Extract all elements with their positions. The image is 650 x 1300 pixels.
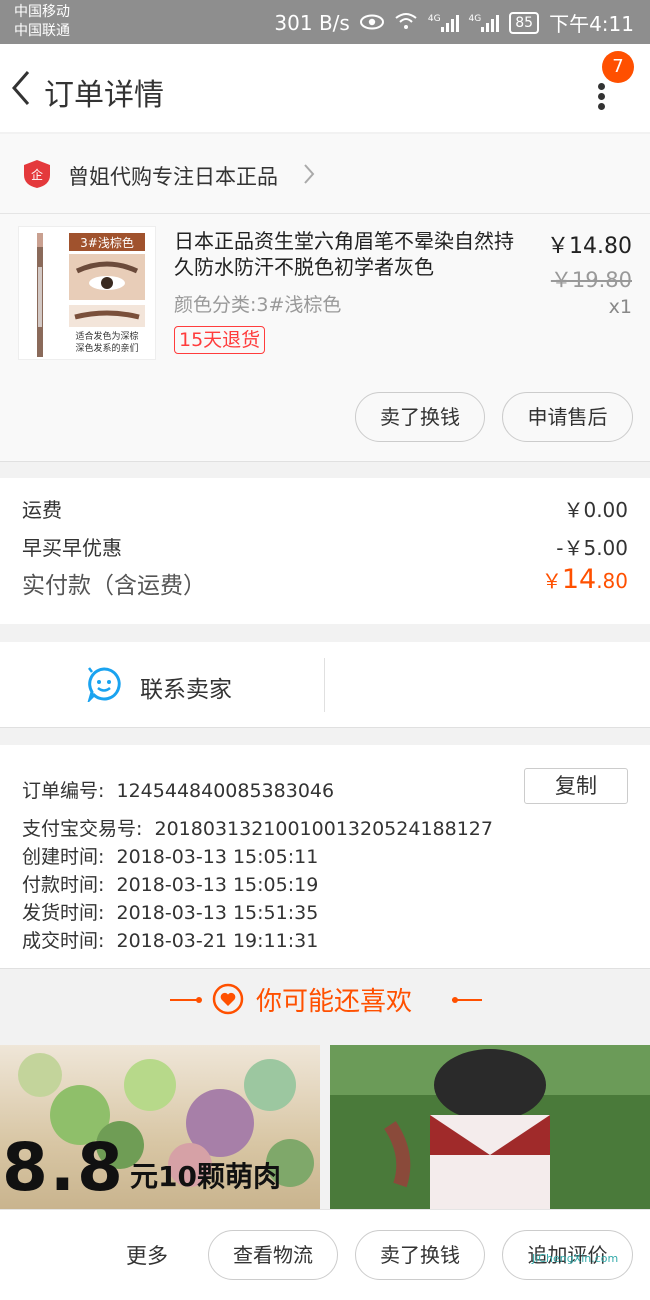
shipped-time: 2018-03-13 15:51:35 bbox=[116, 902, 319, 924]
status-bar: 中国移动 中国联通 301 B/s 4G 4G 85 下午4:11 bbox=[0, 0, 650, 44]
clock: 下午4:11 bbox=[549, 12, 634, 36]
more-menu-icon[interactable] bbox=[598, 80, 605, 113]
divider bbox=[196, 997, 202, 1003]
recommend-header: 你可能还喜欢 bbox=[0, 969, 650, 1033]
order-number: 1245448400853830​46 bbox=[116, 780, 335, 802]
discount-label: 早买早优惠 bbox=[22, 536, 122, 560]
return-tag: 15天退货 bbox=[174, 326, 266, 354]
heart-icon bbox=[212, 983, 244, 1015]
product-card[interactable]: 3#浅棕色 适合发色为深棕 深色发系的亲们 日本正品资生堂六角眉笔不晕染自然持久… bbox=[0, 214, 650, 462]
nav-bar: 订单详情 bbox=[0, 44, 650, 132]
paid-label: 实付款（含运费） bbox=[22, 573, 206, 599]
girl-photo-image bbox=[330, 1045, 650, 1209]
chat-bubble-icon[interactable] bbox=[86, 666, 122, 702]
promo-text: 元10颗萌肉 bbox=[130, 1160, 281, 1193]
carrier-2: 中国联通 bbox=[14, 23, 70, 39]
copy-button[interactable]: 复制 bbox=[524, 768, 628, 804]
battery-icon: 85 bbox=[509, 11, 540, 34]
alipay-label: 支付宝交易号: bbox=[22, 818, 143, 840]
contact-seller-label[interactable]: 联系卖家 bbox=[140, 670, 232, 704]
paid-currency: ￥ bbox=[541, 569, 562, 593]
recommend-title: 你可能还喜欢 bbox=[256, 987, 413, 1017]
shop-name: 曾姐代购专注日本正品 bbox=[68, 165, 278, 189]
back-arrow-icon[interactable] bbox=[8, 68, 38, 108]
svg-text:企: 企 bbox=[31, 167, 43, 182]
chevron-right-icon bbox=[304, 164, 315, 184]
created-label: 创建时间: bbox=[22, 846, 105, 868]
shipping-label: 运费 bbox=[22, 498, 62, 522]
wifi-icon bbox=[394, 11, 418, 35]
recommend-item-photo[interactable] bbox=[330, 1045, 650, 1209]
net-speed: 301 B/s bbox=[274, 10, 350, 35]
signal-icon-2: 4G bbox=[469, 14, 500, 32]
sell-button-bottom[interactable]: 卖了换钱 bbox=[355, 1230, 485, 1280]
shipped-label: 发货时间: bbox=[22, 902, 105, 924]
message-badge[interactable]: 7 bbox=[602, 51, 634, 83]
network-type-2: 4G bbox=[468, 13, 482, 24]
thumb-caption-2: 深色发系的亲们 bbox=[75, 342, 138, 354]
paid-value: ￥14.80 bbox=[542, 564, 628, 595]
product-thumbnail[interactable]: 3#浅棕色 适合发色为深棕 深色发系的亲们 bbox=[18, 226, 156, 360]
product-price: ￥14.80 bbox=[547, 234, 632, 259]
alipay-number: 2018031321001001320524188127 bbox=[154, 818, 493, 840]
product-name: 日本正品资生堂六角眉笔不晕染自然持久防水防汗不脱色初学者灰色 bbox=[174, 229, 514, 279]
paid-time-row: 付款时间: 2018-03-13 15:05:19 bbox=[22, 870, 318, 897]
shop-logo-icon: 企 bbox=[24, 160, 50, 188]
network-type-1: 4G bbox=[427, 13, 441, 24]
alipay-row: 支付宝交易号: 2018031321001001320524188127 bbox=[22, 814, 493, 841]
recommend-item-succulents[interactable]: 8.8 元10颗萌肉 bbox=[0, 1045, 320, 1209]
order-number-label: 订单编号: bbox=[22, 780, 105, 802]
page-title: 订单详情 bbox=[44, 78, 164, 113]
shipped-row: 发货时间: 2018-03-13 15:51:35 bbox=[22, 898, 318, 925]
divider bbox=[452, 999, 482, 1001]
fee-summary: 运费 ￥0.00 早买早优惠 -￥5.00 实付款（含运费） ￥14.80 bbox=[0, 478, 650, 624]
signal-icon-1: 4G bbox=[428, 14, 459, 32]
order-info: 订单编号: 1245448400853830​46 复制 支付宝交易号: 201… bbox=[0, 745, 650, 969]
product-original-price: ￥19.80 bbox=[550, 268, 632, 292]
carrier-1: 中国移动 bbox=[14, 4, 70, 20]
thumb-caption-1: 适合发色为深棕 bbox=[75, 330, 138, 342]
paid-time: 2018-03-13 15:05:19 bbox=[116, 874, 319, 896]
watermark: JiChengXin.com bbox=[532, 1252, 619, 1265]
promo-price: 8.8 bbox=[2, 1129, 125, 1206]
discount-value: -￥5.00 bbox=[556, 536, 628, 560]
carrier-info: 中国移动 中国联通 bbox=[14, 3, 70, 41]
closed-label: 成交时间: bbox=[22, 930, 105, 952]
eye-icon bbox=[359, 11, 384, 35]
created-row: 创建时间: 2018-03-13 15:05:11 bbox=[22, 842, 318, 869]
paid-decimal: .80 bbox=[596, 569, 628, 593]
after-sale-button[interactable]: 申请售后 bbox=[502, 392, 633, 442]
closed-row: 成交时间: 2018-03-21 19:11:31 bbox=[22, 926, 318, 953]
sell-button[interactable]: 卖了换钱 bbox=[355, 392, 485, 442]
product-attribute: 颜色分类:3#浅棕色 bbox=[174, 294, 342, 316]
status-right: 301 B/s 4G 4G 85 下午4:11 bbox=[274, 8, 634, 37]
closed-time: 2018-03-21 19:11:31 bbox=[116, 930, 319, 952]
paid-time-label: 付款时间: bbox=[22, 874, 105, 896]
product-quantity: x1 bbox=[608, 296, 632, 318]
eyebrow-pencil-image: 3#浅棕色 适合发色为深棕 深色发系的亲们 bbox=[19, 227, 155, 359]
paid-integer: 14 bbox=[561, 564, 597, 595]
view-logistics-button[interactable]: 查看物流 bbox=[208, 1230, 338, 1280]
shipping-value: ￥0.00 bbox=[563, 498, 628, 522]
thumb-color-label: 3#浅棕色 bbox=[80, 235, 134, 250]
contact-bar: 联系卖家 bbox=[0, 642, 650, 728]
created-time: 2018-03-13 15:05:11 bbox=[116, 846, 319, 868]
shop-row[interactable]: 企 曾姐代购专注日本正品 bbox=[0, 134, 650, 214]
divider bbox=[324, 658, 325, 712]
order-number-row: 订单编号: 1245448400853830​46 bbox=[22, 776, 334, 803]
more-actions-button[interactable]: 更多 bbox=[126, 1240, 168, 1270]
